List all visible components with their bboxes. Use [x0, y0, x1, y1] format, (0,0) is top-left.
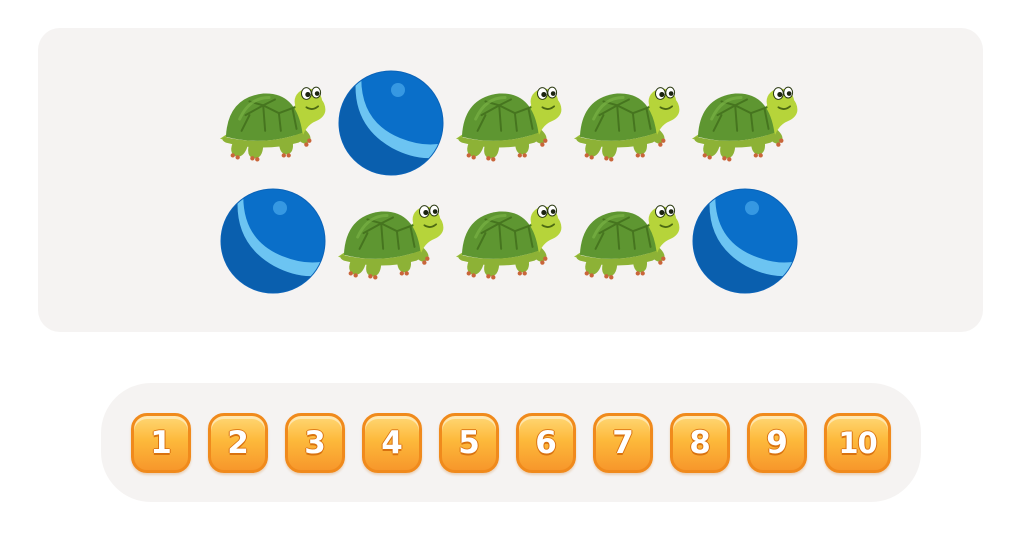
turtle-icon	[574, 186, 680, 296]
answer-button-7[interactable]: 7	[593, 413, 653, 473]
turtle-icon	[338, 186, 444, 296]
ball-icon	[338, 68, 444, 178]
turtle-icon	[220, 68, 326, 178]
answer-button-9[interactable]: 9	[747, 413, 807, 473]
turtle-icon	[456, 68, 562, 178]
answer-button-3[interactable]: 3	[285, 413, 345, 473]
answer-button-10[interactable]: 10	[824, 413, 891, 473]
answer-button-2[interactable]: 2	[208, 413, 268, 473]
answer-button-8[interactable]: 8	[670, 413, 730, 473]
picture-row-2	[220, 186, 798, 296]
ball-icon	[692, 186, 798, 296]
answer-buttons: 1 2 3 4 5 6 7 8 9 10	[131, 413, 891, 473]
answer-button-6[interactable]: 6	[516, 413, 576, 473]
turtle-icon	[574, 68, 680, 178]
picture-row-1	[220, 68, 798, 178]
ball-icon	[220, 186, 326, 296]
answer-button-1[interactable]: 1	[131, 413, 191, 473]
answer-button-4[interactable]: 4	[362, 413, 422, 473]
turtle-icon	[456, 186, 562, 296]
turtle-icon	[692, 68, 798, 178]
answer-button-5[interactable]: 5	[439, 413, 499, 473]
